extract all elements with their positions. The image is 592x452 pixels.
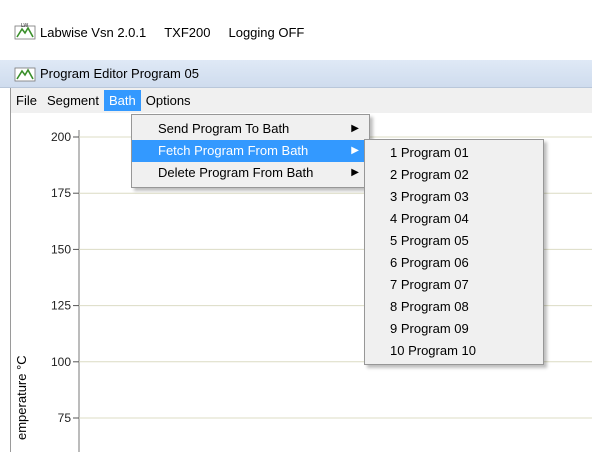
program-item-02[interactable]: 2 Program 02: [365, 164, 543, 186]
y-axis-title: emperature °C: [14, 355, 29, 440]
delete-program-item[interactable]: Delete Program From Bath ▶: [132, 162, 369, 184]
submenu-arrow-icon: ▶: [351, 145, 359, 156]
y-tick-label: 200: [51, 130, 71, 144]
send-program-label: Send Program To Bath: [158, 121, 290, 136]
fetch-program-submenu: 1 Program 01 2 Program 02 3 Program 03 4…: [364, 139, 544, 365]
y-tick-label: 175: [51, 186, 71, 200]
submenu-arrow-icon: ▶: [351, 123, 359, 134]
program-item-04[interactable]: 4 Program 04: [365, 208, 543, 230]
program-item-03[interactable]: 3 Program 03: [365, 186, 543, 208]
bath-menu: Send Program To Bath ▶ Fetch Program Fro…: [131, 114, 370, 188]
program-item-09[interactable]: 9 Program 09: [365, 318, 543, 340]
program-item-08[interactable]: 8 Program 08: [365, 296, 543, 318]
program-item-01[interactable]: 1 Program 01: [365, 142, 543, 164]
send-program-item[interactable]: Send Program To Bath ▶: [132, 118, 369, 140]
fetch-program-label: Fetch Program From Bath: [158, 143, 309, 158]
program-item-10[interactable]: 10 Program 10: [365, 340, 543, 362]
program-item-06[interactable]: 6 Program 06: [365, 252, 543, 274]
y-tick-label: 100: [51, 355, 71, 369]
y-tick-label: 75: [58, 411, 72, 425]
fetch-program-item[interactable]: Fetch Program From Bath ▶: [132, 140, 369, 162]
y-tick-label: 150: [51, 242, 71, 256]
y-tick-label: 125: [51, 299, 71, 313]
delete-program-label: Delete Program From Bath: [158, 165, 314, 180]
program-item-07[interactable]: 7 Program 07: [365, 274, 543, 296]
submenu-arrow-icon: ▶: [351, 167, 359, 178]
program-item-05[interactable]: 5 Program 05: [365, 230, 543, 252]
